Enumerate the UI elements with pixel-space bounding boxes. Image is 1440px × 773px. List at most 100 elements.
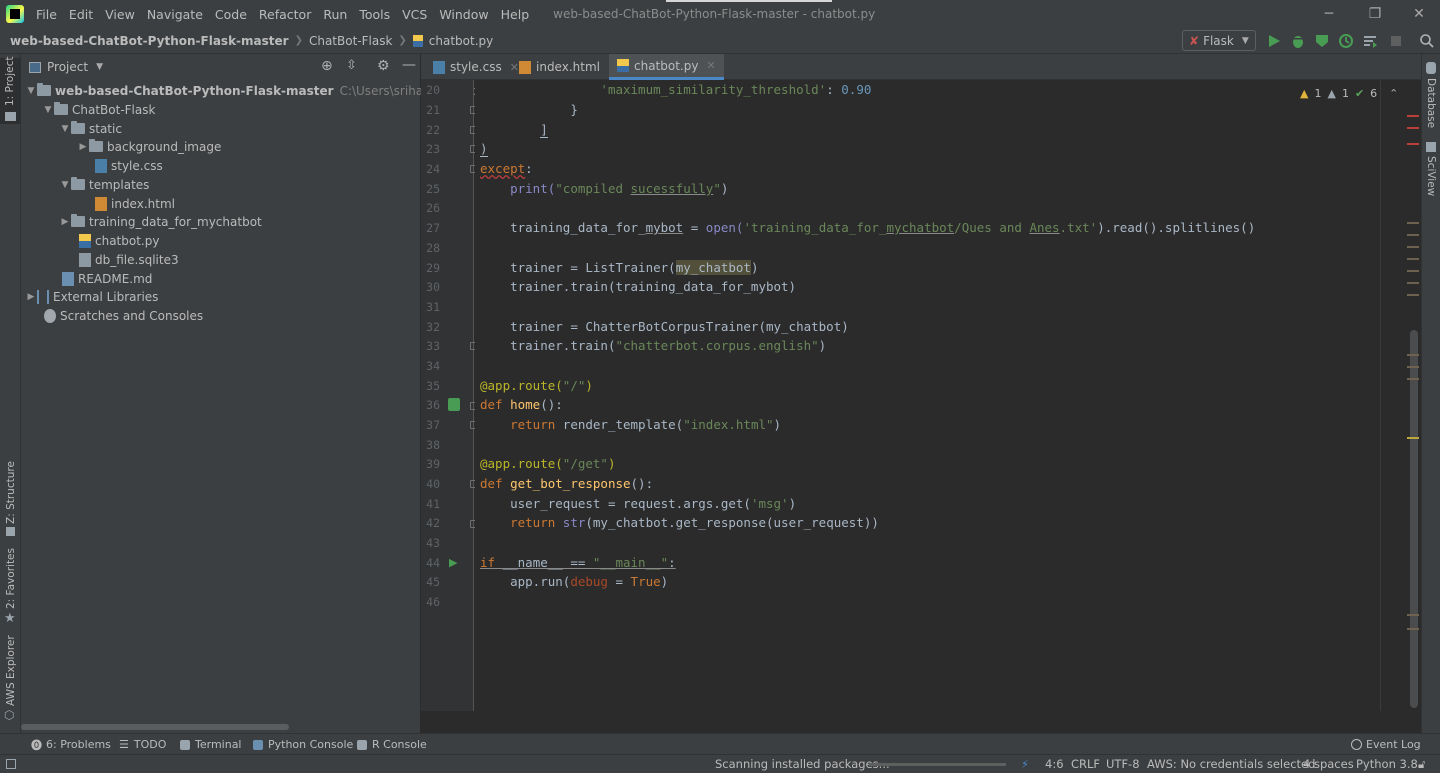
line-number: 26 — [426, 201, 440, 215]
r-console-tool-button[interactable]: R Console — [357, 734, 427, 755]
editor-gutter[interactable]: 20 21 22 23 24 25 26 27 28 29 30 31 32 3… — [421, 80, 478, 711]
typo-mark[interactable] — [1407, 354, 1419, 356]
previous-highlight-icon[interactable]: ⌃ — [1389, 87, 1398, 100]
typo-mark[interactable] — [1407, 614, 1419, 616]
typo-mark[interactable] — [1407, 294, 1419, 296]
warning-mark[interactable] — [1407, 437, 1419, 439]
maximize-button[interactable]: ❐ — [1352, 0, 1398, 28]
run-with-coverage-icon[interactable] — [1314, 33, 1330, 49]
error-mark[interactable] — [1407, 127, 1419, 129]
tree-item-style-css[interactable]: style.css — [95, 156, 163, 175]
tree-item-external-libraries[interactable]: ▶ External Libraries — [25, 287, 158, 306]
tree-item-training-data[interactable]: ▶ training_data_for_mychatbot — [59, 212, 262, 231]
stop-icon[interactable] — [1388, 33, 1404, 49]
chevron-down-icon[interactable]: ▼ — [59, 124, 71, 134]
hide-panel-icon[interactable]: — — [402, 57, 416, 73]
tree-item-chatbot-flask[interactable]: ▼ ChatBot-Flask — [42, 100, 155, 119]
menu-run[interactable]: Run — [317, 7, 353, 22]
flask-route-gutter-icon[interactable] — [448, 398, 460, 411]
typo-mark[interactable] — [1407, 366, 1419, 368]
tree-item-index-html[interactable]: index.html — [95, 194, 175, 213]
chevron-right-icon[interactable]: ▶ — [77, 142, 89, 152]
error-mark[interactable] — [1407, 115, 1419, 117]
chevron-down-icon[interactable]: ▼ — [25, 86, 37, 96]
build-icon[interactable] — [1362, 33, 1378, 49]
vertical-scrollbar[interactable] — [1410, 330, 1418, 708]
project-view-select[interactable]: Project — [47, 60, 88, 74]
line-separator[interactable]: CRLF — [1071, 757, 1100, 771]
code-token: app.run( — [510, 574, 571, 589]
chevron-down-icon[interactable]: ▼ — [59, 180, 71, 190]
lock-icon[interactable]: 🔓︎ — [1418, 757, 1425, 772]
menu-vcs[interactable]: VCS — [396, 7, 433, 22]
run-configuration-select[interactable]: ✘ Flask ▼ — [1182, 30, 1256, 51]
code-line-21: } — [480, 100, 578, 120]
chevron-down-icon[interactable]: ▼ — [96, 62, 103, 72]
collapse-all-icon[interactable]: ⇳ — [346, 58, 357, 73]
code-editor[interactable]: 'maximum_similarity_threshold': 0.90 } ]… — [475, 80, 1380, 711]
project-tool-button[interactable]: 1: Project — [0, 57, 21, 124]
tree-item-scratches[interactable]: Scratches and Consoles — [44, 306, 203, 325]
tree-item-readme[interactable]: README.md — [62, 269, 152, 288]
python-interpreter[interactable]: Python 3.8 — [1356, 757, 1418, 771]
typo-mark[interactable] — [1407, 222, 1419, 224]
event-log-tool-button[interactable]: Event Log — [1351, 734, 1421, 755]
terminal-tool-label: Terminal — [195, 738, 242, 751]
python-console-tool-button[interactable]: Python Console — [253, 734, 353, 755]
tree-item-background-image[interactable]: ▶ background_image — [77, 137, 221, 156]
menu-view[interactable]: View — [99, 7, 141, 22]
typo-mark[interactable] — [1407, 378, 1419, 380]
problems-tool-button[interactable]: ⓿ 6: Problems — [31, 734, 111, 755]
error-mark[interactable] — [1407, 143, 1419, 145]
typo-mark[interactable] — [1407, 234, 1419, 236]
typo-mark[interactable] — [1407, 628, 1419, 630]
menu-edit[interactable]: Edit — [63, 7, 99, 22]
typo-mark[interactable] — [1407, 270, 1419, 272]
search-everywhere-icon[interactable] — [1419, 33, 1435, 49]
typo-mark[interactable] — [1407, 258, 1419, 260]
tree-item-db-file[interactable]: db_file.sqlite3 — [79, 250, 179, 269]
breadcrumb-file[interactable]: chatbot.py — [427, 34, 493, 48]
menu-window[interactable]: Window — [433, 7, 494, 22]
menu-refactor[interactable]: Refactor — [253, 7, 317, 22]
profile-icon[interactable] — [1338, 33, 1354, 49]
chevron-right-icon[interactable]: ▶ — [59, 217, 71, 227]
file-encoding[interactable]: UTF-8 — [1106, 757, 1140, 771]
close-tab-icon[interactable]: ✕ — [706, 59, 715, 72]
locate-file-icon[interactable]: ⊕ — [321, 58, 333, 74]
aws-toolkit-icon[interactable]: ⚡ — [1021, 757, 1029, 771]
menu-navigate[interactable]: Navigate — [141, 7, 209, 22]
status-message[interactable]: Scanning installed packages... — [715, 757, 890, 771]
tree-item-chatbot-py[interactable]: chatbot.py — [79, 231, 159, 250]
menu-tools[interactable]: Tools — [353, 7, 396, 22]
progress-bar — [869, 763, 1006, 766]
todo-tool-button[interactable]: ☰ TODO — [119, 734, 166, 755]
minimize-button[interactable]: ─ — [1306, 0, 1352, 28]
caret-position[interactable]: 4:6 — [1045, 757, 1064, 771]
tree-item-templates[interactable]: ▼ templates — [59, 175, 149, 194]
run-icon[interactable] — [1266, 33, 1282, 49]
horizontal-scrollbar[interactable] — [21, 724, 289, 730]
tree-item-static[interactable]: ▼ static — [59, 119, 122, 138]
chevron-right-icon[interactable]: ▶ — [25, 292, 37, 302]
code-token: __name__ == — [495, 555, 593, 570]
menu-help[interactable]: Help — [495, 7, 536, 22]
gear-icon[interactable]: ⚙ — [377, 58, 390, 74]
debug-icon[interactable] — [1290, 33, 1306, 49]
breadcrumb-project[interactable]: web-based-ChatBot-Python-Flask-master — [0, 34, 289, 48]
terminal-tool-button[interactable]: Terminal — [180, 734, 242, 755]
tool-windows-toggle-icon[interactable] — [6, 759, 16, 769]
breadcrumb-folder[interactable]: ChatBot-Flask — [303, 34, 392, 48]
aws-connection-status[interactable]: AWS: No credentials selected — [1147, 757, 1315, 771]
typo-mark[interactable] — [1407, 282, 1419, 284]
run-gutter-icon[interactable]: ▶ — [449, 556, 457, 569]
weak-warning-icon: ▲ — [1327, 86, 1336, 100]
tab-chatbot-py[interactable]: chatbot.py ✕ — [609, 54, 724, 80]
close-button[interactable]: ✕ — [1396, 0, 1440, 28]
menu-code[interactable]: Code — [209, 7, 253, 22]
chevron-down-icon[interactable]: ▼ — [42, 105, 54, 115]
menu-file[interactable]: File — [30, 7, 63, 22]
typo-mark[interactable] — [1407, 246, 1419, 248]
indent-setting[interactable]: 4 spaces — [1303, 757, 1354, 771]
inspection-widget[interactable]: ▲1 ▲1 ✔6 ⌃ ⌄ — [1300, 85, 1414, 101]
